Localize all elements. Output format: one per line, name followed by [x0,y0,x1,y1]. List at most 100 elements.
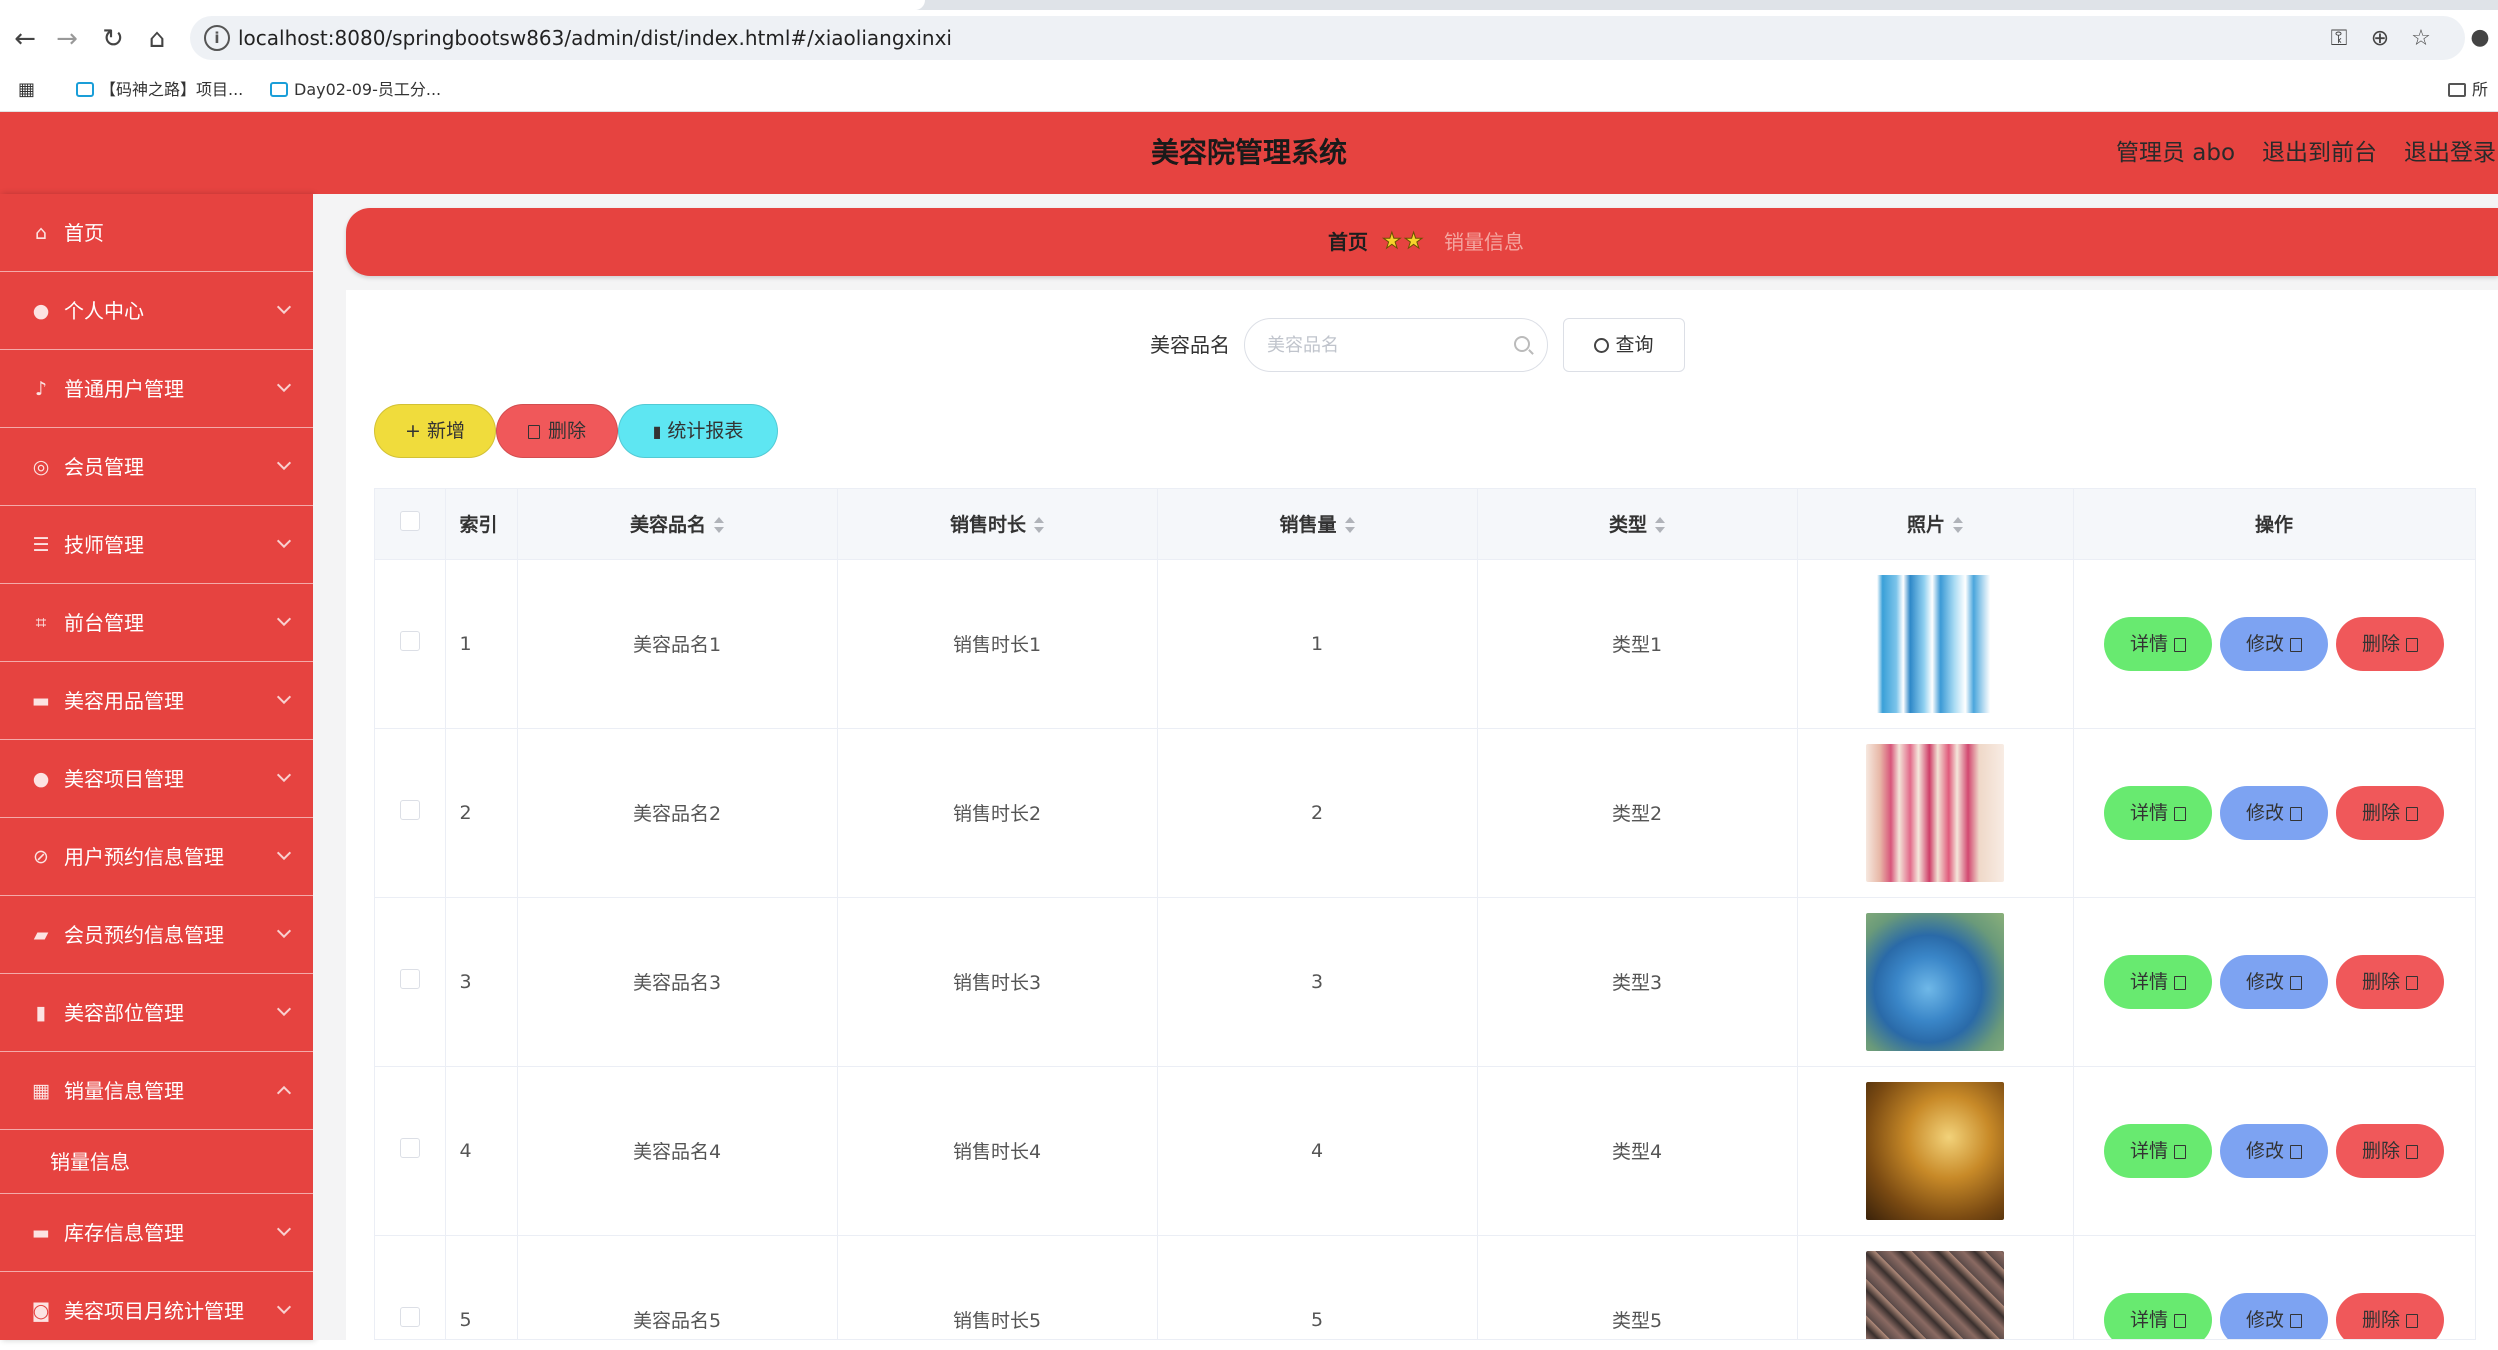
delete-label: 删除 [2361,632,2400,655]
product-photo[interactable] [1866,1081,2004,1220]
chevron-down-icon [276,689,292,705]
cell-ops: 详情 修改 删除 [2073,1066,2475,1236]
exit-to-front-link[interactable]: 退出到前台 [2262,112,2377,194]
delete-label: 删除 [2361,1139,2400,1162]
address-bar[interactable]: i localhost:8080/springbootsw863/admin/d… [190,16,2465,60]
product-photo[interactable] [1866,574,2004,713]
trash-icon [2406,975,2418,990]
edit-button[interactable]: 修改 [2220,954,2328,1009]
select-all-checkbox[interactable] [399,511,420,532]
document-icon [2174,637,2186,652]
sidebar-item-member-appointments[interactable]: ▰ 会员预约信息管理 [0,896,313,974]
sidebar-item-front-desk[interactable]: ⌗ 前台管理 [0,584,313,662]
row-checkbox[interactable] [399,1307,420,1327]
search-input[interactable] [1244,318,1548,372]
bar-chart-icon: ▮ [35,1002,47,1024]
detail-button[interactable]: 详情 [2104,616,2212,671]
edit-button[interactable]: 修改 [2220,785,2328,840]
product-photo[interactable] [1866,1250,2004,1339]
sort-icon[interactable] [1953,517,1963,534]
sidebar-item-sales[interactable]: ▦ 销量信息管理 [0,1052,313,1130]
logout-link[interactable]: 退出登录 [2404,112,2496,194]
forward-icon[interactable]: → [52,24,82,54]
cell-photo [1797,897,2074,1067]
breadcrumb-home[interactable]: 首页 [1328,208,1368,276]
chevron-down-icon [276,299,292,315]
breadcrumb-current: 销量信息 [1444,230,1524,254]
bookmark-star-icon[interactable]: ☆ [2407,25,2435,53]
detail-button[interactable]: 详情 [2104,785,2212,840]
detail-button[interactable]: 详情 [2104,954,2212,1009]
sort-icon[interactable] [1344,517,1355,534]
sidebar-item-users[interactable]: ♪ 普通用户管理 [0,350,313,428]
add-button[interactable]: + 新增 [374,404,496,458]
edit-icon [2290,975,2302,990]
sidebar-item-label: 前台管理 [64,611,144,635]
row-checkbox[interactable] [399,969,420,989]
col-name[interactable]: 美容品名 [517,489,838,560]
address-url[interactable]: localhost:8080/springbootsw863/admin/dis… [238,16,952,60]
delete-button[interactable]: 删除 [2336,954,2444,1009]
cell-type: 类型4 [1477,1066,1798,1236]
sidebar-item-beauty-supplies[interactable]: ▬ 美容用品管理 [0,662,313,740]
sidebar-item-home[interactable]: ⌂ 首页 [0,194,313,272]
all-bookmarks[interactable]: 所 [2448,76,2488,104]
col-type[interactable]: 类型 [1477,489,1798,560]
sidebar-item-body-parts[interactable]: ▮ 美容部位管理 [0,974,313,1052]
sidebar-item-members[interactable]: ◎ 会员管理 [0,428,313,506]
col-photo-label: 照片 [1906,514,1945,537]
back-icon[interactable]: ← [10,24,40,54]
sidebar-item-personal-center[interactable]: ● 个人中心 [0,272,313,350]
detail-button[interactable]: 详情 [2104,1292,2212,1339]
sidebar-subitem-sales-info[interactable]: 销量信息 [0,1130,313,1194]
col-photo[interactable]: 照片 [1797,489,2074,560]
key-icon[interactable]: ⚿ [2325,25,2353,53]
delete-button[interactable]: 删除 [2336,1292,2444,1339]
sidebar-item-technicians[interactable]: ☰ 技师管理 [0,506,313,584]
document-icon [2174,806,2186,821]
stats-report-button[interactable]: ▮ 统计报表 [618,404,778,458]
admin-label: 管理员 abo [2116,140,2236,166]
site-info-icon[interactable]: i [204,25,230,51]
product-photo[interactable] [1866,743,2004,882]
app-header: 美容院管理系统 管理员 abo 退出到前台 退出登录 [0,112,2498,194]
monitor-icon: ▬ [32,1222,50,1244]
apps-grid-icon[interactable]: ▦ [18,76,35,104]
sidebar-subitem-label: 销量信息 [50,1150,130,1174]
col-volume[interactable]: 销售量 [1157,489,1478,560]
sidebar-item-beauty-projects[interactable]: ● 美容项目管理 [0,740,313,818]
row-checkbox[interactable] [399,800,420,820]
edit-label: 修改 [2245,970,2284,993]
row-checkbox[interactable] [399,1138,420,1158]
sort-icon[interactable] [1655,517,1665,534]
bookmarks-bar: ▦ 【码神之路】项目... Day02-09-员工分... 所 [0,68,2498,112]
active-tab[interactable] [0,0,925,10]
star-icon: ★★ [1381,229,1426,255]
delete-button[interactable]: 删除 [2336,785,2444,840]
edit-button[interactable]: 修改 [2220,616,2328,671]
row-checkbox[interactable] [399,631,420,651]
sort-icon[interactable] [1034,517,1044,534]
edit-button[interactable]: 修改 [2220,1123,2328,1178]
zoom-icon[interactable]: ⊕ [2366,25,2394,53]
batch-delete-button[interactable]: 删除 [496,404,618,458]
reload-icon[interactable]: ↻ [98,24,128,54]
delete-button[interactable]: 删除 [2336,616,2444,671]
sidebar-item-inventory[interactable]: ▬ 库存信息管理 [0,1194,313,1272]
query-button[interactable]: 查询 [1563,318,1685,372]
edit-button[interactable]: 修改 [2220,1292,2328,1339]
bookmark-item[interactable]: Day02-09-员工分... [270,76,441,104]
profile-icon[interactable]: ● [2466,24,2494,52]
sidebar: ⌂ 首页 ● 个人中心 ♪ 普通用户管理 ◎ 会员管理 ☰ 技师管理 ⌗ 前台管理 ▬ 美容用… [0,194,313,1350]
col-duration[interactable]: 销售时长 [837,489,1158,560]
sidebar-item-monthly-stats[interactable]: ◙ 美容项目月统计管理 [0,1272,313,1350]
detail-button[interactable]: 详情 [2104,1123,2212,1178]
product-photo[interactable] [1866,912,2004,1051]
sidebar-item-user-appointments[interactable]: ⊘ 用户预约信息管理 [0,818,313,896]
home-browser-icon[interactable]: ⌂ [142,24,172,54]
delete-label: 删除 [2361,1308,2400,1331]
delete-button[interactable]: 删除 [2336,1123,2444,1178]
sort-icon[interactable] [714,517,724,534]
bookmark-item[interactable]: 【码神之路】项目... [76,76,243,104]
document-icon [2174,975,2186,990]
